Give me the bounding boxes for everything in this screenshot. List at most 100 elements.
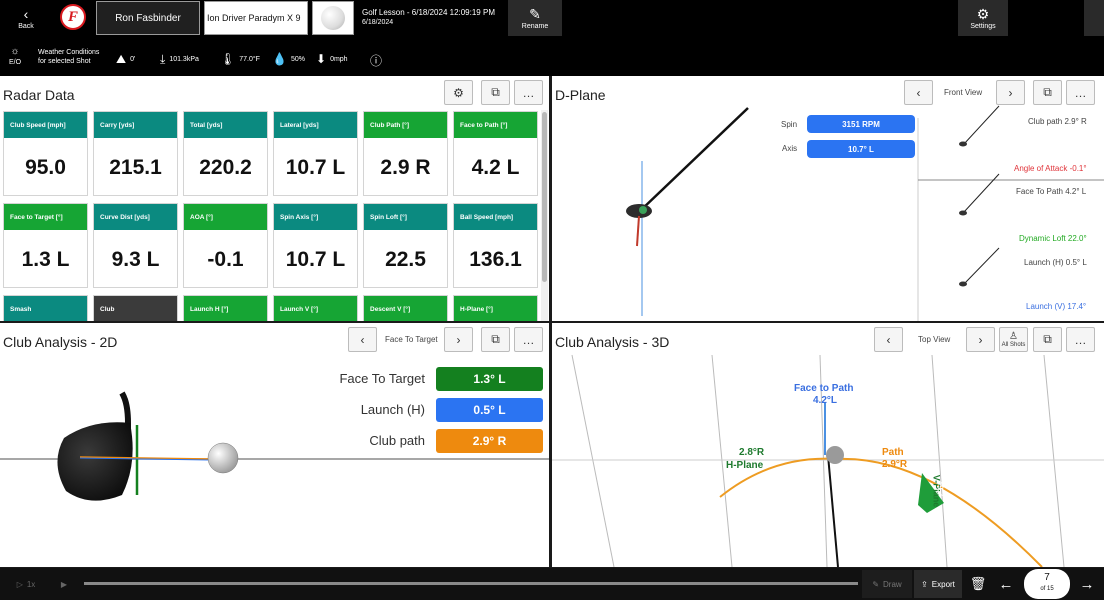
droplet-icon: 💧 — [272, 52, 287, 66]
radar-tile-label: Face to Path [°] — [454, 112, 537, 138]
info-item[interactable]: ⓘ — [370, 52, 382, 69]
altitude-value: 0' — [130, 56, 136, 63]
club-selector[interactable]: Ion Driver Paradym X 9 — [204, 1, 308, 35]
radar-scroll-thumb[interactable] — [542, 112, 547, 282]
play-button[interactable]: ▶ — [52, 570, 76, 598]
radar-tile[interactable]: Spin Axis [°] 10.7 L — [273, 203, 358, 288]
radar-tile[interactable]: Ball Speed [mph] 136.1 — [453, 203, 538, 288]
ball-selector[interactable] — [312, 1, 354, 35]
radar-tile[interactable]: H-Plane [°] — [453, 295, 538, 321]
settings-button[interactable]: ⚙ Settings — [958, 0, 1008, 36]
play-circle-icon: ▷ — [16, 579, 23, 589]
radar-tile-value: 215.1 — [109, 156, 162, 179]
radar-tile[interactable]: Club Speed [mph] 95.0 — [3, 111, 88, 196]
radar-tile-value: 136.1 — [469, 248, 522, 271]
radar-tile-label: AOA [°] — [184, 204, 267, 230]
radar-tile-label: Ball Speed [mph] — [454, 204, 537, 230]
radar-title: Radar Data — [3, 87, 75, 103]
metric-label: Launch (H) — [360, 402, 425, 417]
humidity-item: 💧 50% — [272, 52, 305, 66]
play-icon: ▶ — [60, 579, 68, 589]
radar-tile[interactable]: AOA [°] -0.1 — [183, 203, 268, 288]
export-icon: ⇪ — [921, 579, 928, 589]
export-label: Export — [931, 579, 955, 589]
top-bar: ‹ Back F Ron Fasbinder Ion Driver Parady… — [0, 0, 1104, 40]
radar-tile-label: Spin Axis [°] — [274, 204, 357, 230]
radar-tile-label: Smash — [4, 296, 87, 321]
pressure-value: 101.3kPa — [169, 56, 199, 63]
radar-tile-value: 2.9 R — [380, 156, 431, 179]
radar-tile[interactable]: Launch V [°] — [273, 295, 358, 321]
radar-tile-label: Lateral [yds] — [274, 112, 357, 138]
temperature-item: 🌡 77.0°F — [220, 52, 260, 66]
weather-label: Weather Conditions for selected Shot — [38, 48, 99, 66]
dplane-graphic — [626, 105, 1104, 321]
radar-more-button[interactable]: … — [514, 80, 543, 105]
metric-label: Face To Target — [339, 371, 425, 386]
radar-tile[interactable]: Club Path [°] 2.9 R — [363, 111, 448, 196]
export-button[interactable]: ⇪ Export — [914, 570, 962, 598]
next-shot-button[interactable]: → — [1074, 570, 1100, 598]
club-2d-panel: Club Analysis - 2D ‹ Face To Target › ⧉ … — [0, 323, 549, 567]
rename-button[interactable]: ✎ Rename — [508, 0, 562, 36]
face-to-path-label: Face To Path 4.2° L — [1016, 187, 1087, 196]
session-date: 6/18/2024 — [362, 19, 394, 26]
radar-tile-label: H-Plane [°] — [454, 296, 537, 321]
weather-icon[interactable]: ☼ E/O — [4, 46, 26, 70]
settings-label: Settings — [970, 22, 996, 30]
radar-tile[interactable]: Face to Path [°] 4.2 L — [453, 111, 538, 196]
radar-tile-label: Launch H [°] — [184, 296, 267, 321]
speed-button[interactable]: ▷ 1x — [4, 570, 48, 598]
path-label: Path — [882, 447, 904, 458]
hplane-value: 2.8°R — [739, 447, 765, 458]
radar-tile-label: Club Path [°] — [364, 112, 447, 138]
more-icon: … — [522, 85, 535, 100]
angle-of-attack-label: Angle of Attack -0.1° — [1014, 164, 1087, 173]
radar-tile-value: 10.7 L — [285, 248, 346, 271]
radar-tile[interactable]: Face to Target [°] 1.3 L — [3, 203, 88, 288]
radar-tile-label: Carry [yds] — [94, 112, 177, 138]
club-name: Ion Driver Paradym X 9 — [207, 13, 301, 23]
dplane-panel: D-Plane ‹ Front View › ⧉ … Spin 3151 RPM… — [552, 76, 1104, 321]
draw-button[interactable]: ✎ Draw — [862, 570, 912, 598]
radar-tile[interactable]: Lateral [yds] 10.7 L — [273, 111, 358, 196]
playback-bar: ▷ 1x ▶ ✎ Draw ⇪ Export 🗑 ← 7 of 15 → — [0, 568, 1104, 600]
radar-tile[interactable]: Carry [yds] 215.1 — [93, 111, 178, 196]
radar-tile[interactable]: Curve Dist [yds] 9.3 L — [93, 203, 178, 288]
radar-tile[interactable]: Descent V [°] — [363, 295, 448, 321]
radar-tile[interactable]: Club — [93, 295, 178, 321]
gear-icon: ⚙ — [976, 5, 990, 22]
golf-ball-icon — [321, 6, 345, 30]
previous-shot-button[interactable]: ← — [994, 570, 1018, 598]
hplane-label: H-Plane — [726, 460, 764, 471]
radar-tile-label: Club — [94, 296, 177, 321]
radar-tile-label: Curve Dist [yds] — [94, 204, 177, 230]
spin-label: Spin — [781, 120, 798, 129]
radar-tile[interactable]: Launch H [°] — [183, 295, 268, 321]
radar-tile-label: Club Speed [mph] — [4, 112, 87, 138]
pressure-item: ⤓ 101.3kPa — [160, 52, 199, 67]
radar-tile-value: 9.3 L — [111, 248, 160, 271]
player-selector[interactable]: Ron Fasbinder — [96, 1, 200, 35]
launch-h-label: Launch (H) 0.5° L — [1024, 258, 1087, 267]
wind-item: ⬇ 0mph — [316, 52, 348, 66]
radar-tile-value: 220.2 — [199, 156, 252, 179]
metric-value: 1.3° L — [436, 367, 543, 391]
radar-settings-button[interactable]: ⚙ — [444, 80, 473, 105]
overflow-button[interactable] — [1084, 0, 1104, 36]
radar-tile[interactable]: Smash — [3, 295, 88, 321]
weather-label-line2: for selected Shot — [38, 58, 91, 65]
face-to-path-3d-label: Face to Path — [794, 383, 854, 394]
timeline-slider[interactable] — [84, 582, 858, 585]
radar-tile[interactable]: Total [yds] 220.2 — [183, 111, 268, 196]
humidity-value: 50% — [290, 55, 305, 63]
launch-v-label: Launch (V) 17.4° — [1026, 302, 1087, 311]
temperature-value: 77.0°F — [239, 55, 260, 63]
radar-popout-button[interactable]: ⧉ — [481, 80, 510, 105]
back-button[interactable]: ‹ Back — [4, 0, 48, 36]
radar-tile-value: 1.3 L — [21, 248, 70, 271]
dynamic-loft-label: Dynamic Loft 22.0° — [1019, 234, 1087, 243]
delete-button[interactable]: 🗑 — [966, 570, 990, 598]
radar-tile[interactable]: Spin Loft [°] 22.5 — [363, 203, 448, 288]
gear-icon: ⚙ — [453, 85, 464, 100]
